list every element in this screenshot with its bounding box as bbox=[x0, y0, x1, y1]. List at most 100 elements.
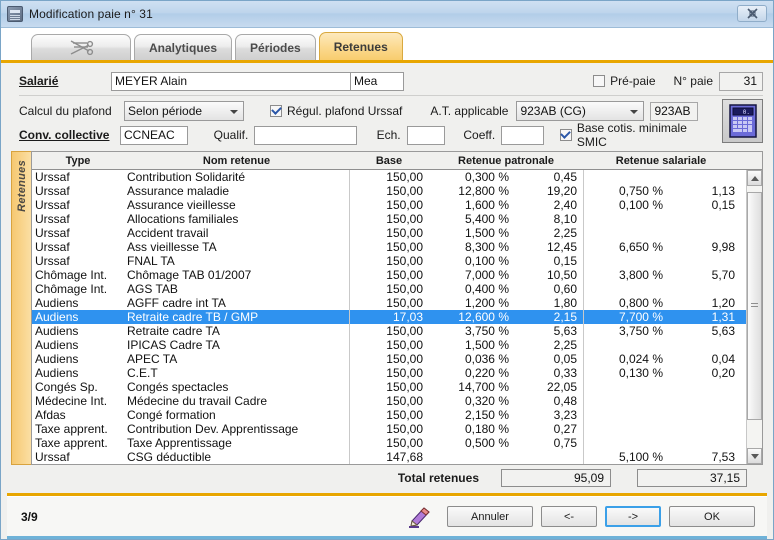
prepaie-checkbox[interactable]: Pré-paie bbox=[593, 74, 656, 88]
table-row[interactable]: Médecine Int. Médecine du travail Cadre 15… bbox=[32, 394, 746, 408]
table-row[interactable]: Audiens Retraite cadre TB / GMP 17,03 12,60… bbox=[32, 310, 746, 324]
column-header-base[interactable]: Base bbox=[349, 155, 429, 167]
calcul-plafond-label: Calcul du plafond bbox=[19, 104, 112, 118]
close-icon[interactable] bbox=[737, 5, 767, 22]
cell-base: 150,00 bbox=[349, 422, 429, 436]
table-row[interactable]: Taxe apprent. Contribution Dev. Apprentis… bbox=[32, 422, 746, 436]
table-row[interactable]: Urssaf Assurance vieillesse 150,00 1,600 % 2… bbox=[32, 198, 746, 212]
cell-base: 150,00 bbox=[349, 366, 429, 380]
totals-row: Total retenues 95,09 37,15 bbox=[31, 465, 773, 491]
qualif-input[interactable] bbox=[254, 125, 357, 145]
table-row[interactable]: Audiens APEC TA 150,00 0,036 % 0,05 0,024 % 0,… bbox=[32, 352, 746, 366]
calculator-button[interactable]: 0. bbox=[722, 99, 763, 143]
cell-val-p: 0,27 bbox=[553, 422, 577, 436]
cell-pct-p: 1,200 % bbox=[464, 296, 509, 310]
tab-periodes[interactable]: Périodes bbox=[235, 34, 316, 60]
pencil-icon[interactable] bbox=[407, 506, 433, 528]
table-row[interactable]: Urssaf FNAL TA 150,00 0,100 % 0,15 bbox=[32, 254, 746, 268]
table-row[interactable]: Audiens AGFF cadre int TA 150,00 1,200 % 1,8… bbox=[32, 296, 746, 310]
cell-val-s bbox=[669, 422, 739, 436]
at-code-input[interactable]: 923AB bbox=[650, 101, 699, 121]
table-row[interactable]: Taxe apprent. Taxe Apprentissage 150,00 0,5… bbox=[32, 436, 746, 450]
column-header-type[interactable]: Type bbox=[32, 155, 124, 167]
at-applicable-select[interactable]: 923AB (CG) bbox=[516, 101, 645, 121]
table-row[interactable]: Chômage Int. Chômage TAB 01/2007 150,00 7,0… bbox=[32, 268, 746, 282]
vertical-scrollbar[interactable] bbox=[746, 170, 762, 464]
cell-val-s bbox=[669, 338, 739, 352]
table-row[interactable]: Urssaf Allocations familiales 150,00 5,400 … bbox=[32, 212, 746, 226]
tab-retenues-label: Retenues bbox=[333, 39, 388, 54]
cell-type: Audiens bbox=[35, 338, 79, 352]
cell-val-s: 0,15 bbox=[711, 198, 735, 212]
cell-base: 150,00 bbox=[349, 324, 429, 338]
previous-button[interactable]: <- bbox=[541, 506, 597, 527]
column-header-salariale[interactable]: Retenue salariale bbox=[583, 155, 739, 167]
scroll-track[interactable] bbox=[747, 186, 762, 448]
salarie-input[interactable]: MEYER Alain bbox=[111, 71, 351, 91]
column-header-patronale[interactable]: Retenue patronale bbox=[429, 155, 583, 167]
table-row[interactable]: Urssaf Accident travail 150,00 1,500 % 2,25 bbox=[32, 226, 746, 240]
cell-nom: Congé formation bbox=[127, 408, 216, 422]
base-smic-checkbox[interactable]: Base cotis. minimale SMIC bbox=[559, 121, 714, 149]
table-row[interactable]: Urssaf CSG déductible 147,68 5,100 % 7,53 bbox=[32, 450, 746, 464]
cell-type: Urssaf bbox=[35, 450, 70, 464]
no-paie-input[interactable]: 31 bbox=[719, 71, 763, 91]
cancel-button[interactable]: Annuler bbox=[447, 506, 533, 527]
vertical-tab-retenues[interactable]: Retenues bbox=[11, 151, 31, 465]
cell-val-p: 0,60 bbox=[553, 282, 577, 296]
tab-strip: Analytiques Périodes Retenues bbox=[1, 28, 773, 60]
scroll-down-button[interactable] bbox=[747, 448, 762, 464]
cell-pct-p: 8,300 % bbox=[464, 240, 509, 254]
cell-pct-s: 0,800 % bbox=[583, 296, 669, 310]
table-row[interactable]: Urssaf Contribution Solidarité 150,00 0,300… bbox=[32, 170, 746, 184]
table-row[interactable]: Urssaf Assurance maladie 150,00 12,800 % 19,… bbox=[32, 184, 746, 198]
grid-header: Type Nom retenue Base Retenue patronale … bbox=[32, 152, 762, 170]
coeff-input[interactable] bbox=[501, 125, 544, 145]
cell-nom: Retraite cadre TB / GMP bbox=[127, 310, 259, 324]
cell-nom: Contribution Dev. Apprentissage bbox=[127, 422, 299, 436]
cell-base: 150,00 bbox=[349, 408, 429, 422]
table-row[interactable]: Audiens Retraite cadre TA 150,00 3,750 % 5,6… bbox=[32, 324, 746, 338]
app-icon bbox=[7, 6, 23, 22]
close-glyph bbox=[746, 8, 758, 19]
column-header-nom[interactable]: Nom retenue bbox=[124, 155, 349, 167]
cell-pct-s: 0,100 % bbox=[583, 198, 669, 212]
retenues-grid: Type Nom retenue Base Retenue patronale … bbox=[31, 151, 763, 465]
table-row[interactable]: Chômage Int. AGS TAB 150,00 0,400 % 0,60 bbox=[32, 282, 746, 296]
cell-val-p: 1,80 bbox=[553, 296, 577, 310]
table-row[interactable]: Congés Sp. Congés spectacles 150,00 14,700 … bbox=[32, 380, 746, 394]
cell-base: 150,00 bbox=[349, 268, 429, 282]
table-row[interactable]: Audiens IPICAS Cadre TA 150,00 1,500 % 2,25 bbox=[32, 338, 746, 352]
table-row[interactable]: Afdas Congé formation 150,00 2,150 % 3,23 bbox=[32, 408, 746, 422]
ech-label: Ech. bbox=[376, 128, 401, 142]
ok-button[interactable]: OK bbox=[669, 506, 755, 527]
table-row[interactable]: Urssaf Ass vieillesse TA 150,00 8,300 % 12,4… bbox=[32, 240, 746, 254]
cell-nom: Ass vieillesse TA bbox=[127, 240, 217, 254]
cell-base: 150,00 bbox=[349, 282, 429, 296]
cell-pct-p: 1,500 % bbox=[464, 226, 509, 240]
salarie-code-input[interactable]: Mea bbox=[350, 71, 404, 91]
salarie-row: Salarié MEYER Alain Mea Pré-paie N° paie… bbox=[19, 69, 763, 93]
calculator-icon: 0. bbox=[728, 104, 757, 138]
tab-retenues[interactable]: Retenues bbox=[318, 32, 403, 60]
conv-collective-input[interactable]: CCNEAC bbox=[120, 125, 188, 145]
ech-input[interactable] bbox=[406, 125, 446, 145]
modification-paie-window: Modification paie n° 31 Analytiques Péri… bbox=[0, 0, 774, 540]
cell-type: Audiens bbox=[35, 310, 79, 324]
table-row[interactable]: Audiens C.E.T 150,00 0,220 % 0,33 0,130 % 0,20 bbox=[32, 366, 746, 380]
cell-base: 150,00 bbox=[349, 254, 429, 268]
cell-val-s bbox=[669, 380, 739, 394]
cell-val-s bbox=[669, 226, 739, 240]
cell-val-p: 12,45 bbox=[546, 240, 577, 254]
cell-base: 150,00 bbox=[349, 240, 429, 254]
calcul-plafond-select[interactable]: Selon période bbox=[124, 101, 244, 121]
next-button[interactable]: -> bbox=[605, 506, 661, 527]
cell-pct-p: 0,180 % bbox=[464, 422, 509, 436]
total-label: Total retenues bbox=[397, 471, 479, 485]
regul-plafond-checkbox[interactable]: Régul. plafond Urssaf bbox=[270, 104, 402, 118]
scroll-thumb[interactable] bbox=[747, 192, 762, 420]
cell-val-s bbox=[669, 408, 739, 422]
tab-analytiques[interactable]: Analytiques bbox=[134, 34, 233, 60]
scroll-up-button[interactable] bbox=[747, 170, 762, 186]
tab-scissors[interactable] bbox=[31, 34, 131, 60]
